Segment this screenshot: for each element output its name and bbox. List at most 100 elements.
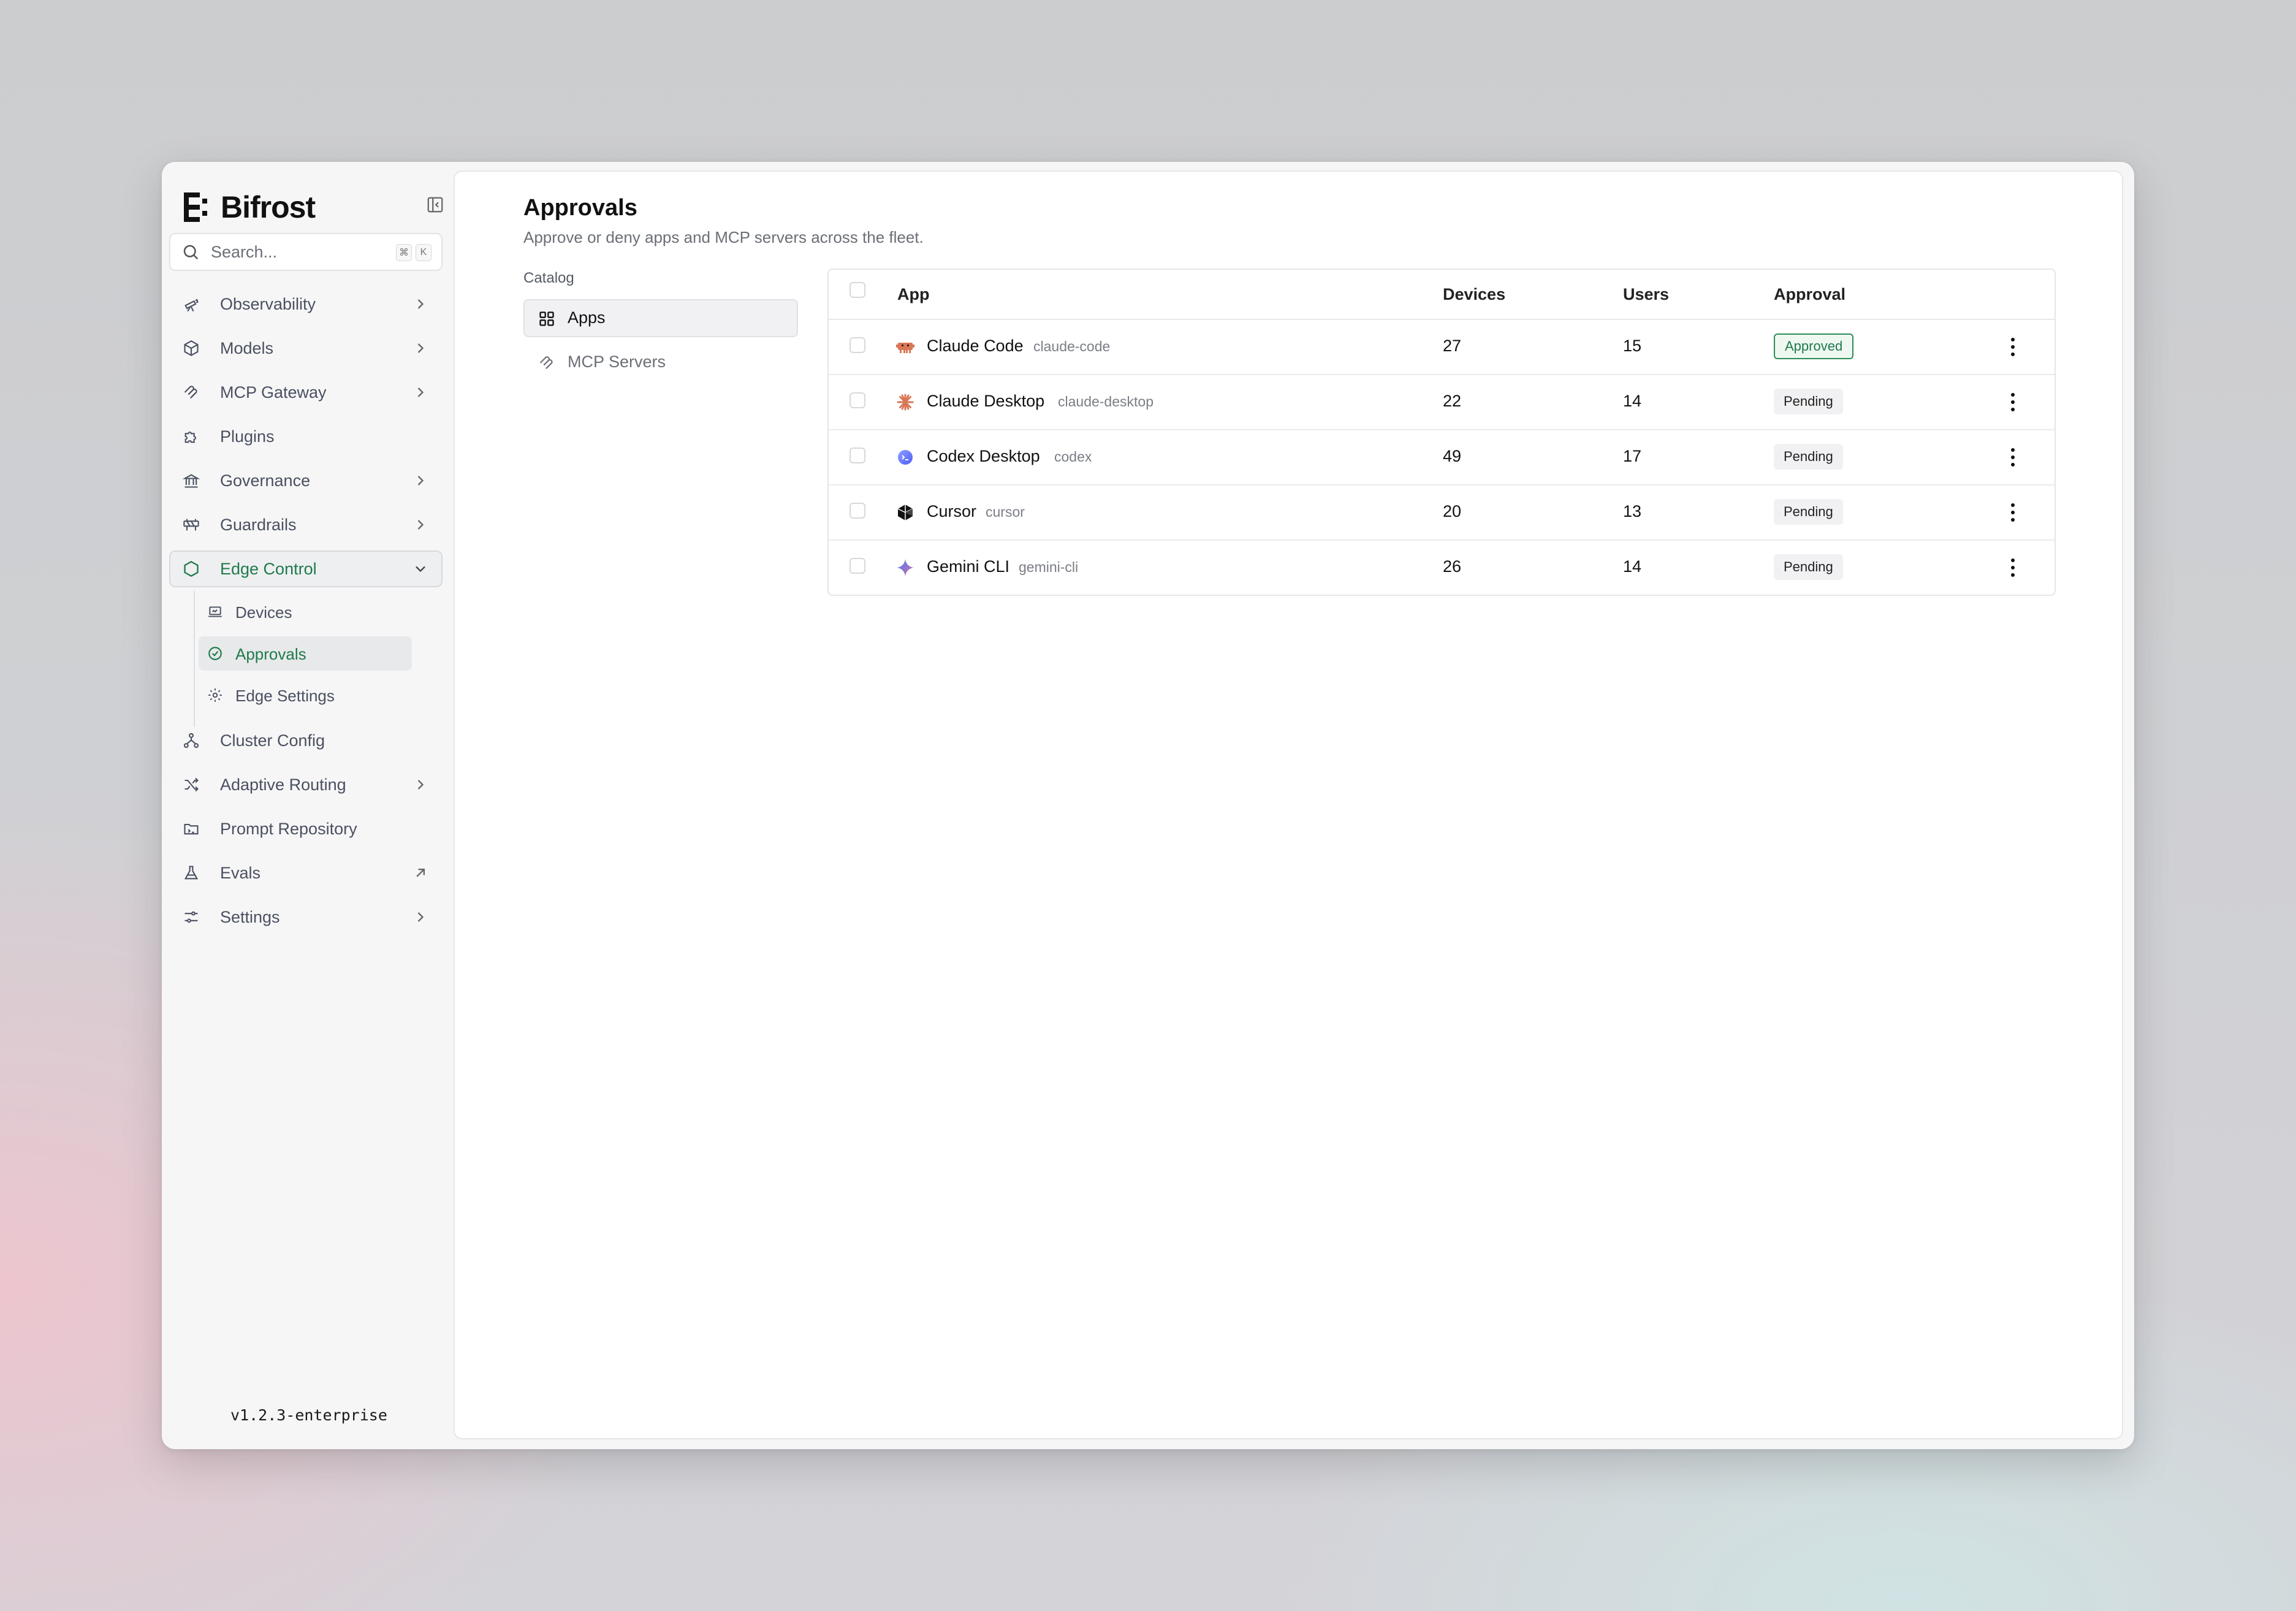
puzzle-icon (184, 431, 197, 443)
select-all-checkbox[interactable] (850, 282, 865, 298)
row-checkbox[interactable] (850, 392, 865, 408)
users-count: 17 (1623, 447, 1642, 465)
bifrost-logo-icon (184, 192, 207, 222)
chevron-right-icon (417, 299, 424, 309)
header-approval: Approval (1774, 285, 1846, 303)
users-count: 14 (1623, 392, 1642, 410)
sidebar-item-adaptive-routing[interactable]: Adaptive Routing (169, 766, 443, 803)
table-row[interactable]: Gemini CLI gemini-cli 26 14 Pending (829, 539, 2055, 595)
row-checkbox[interactable] (850, 503, 865, 519)
table-row[interactable]: Codex Desktop codex 49 17 Pending (829, 429, 2055, 486)
row-checkbox[interactable] (850, 558, 865, 574)
app-name: Claude Desktop (927, 392, 1045, 410)
catalog-item-mcp-servers[interactable]: MCP Servers (523, 343, 798, 381)
header-devices: Devices (1443, 285, 1506, 303)
devices-count: 49 (1443, 447, 1462, 465)
cursor-icon (897, 505, 913, 520)
chevron-right-icon (417, 520, 424, 530)
sidebar-item-settings[interactable]: Settings (169, 899, 443, 935)
users-count: 15 (1623, 337, 1642, 355)
shuffle-icon (184, 777, 199, 792)
claude-code-icon (896, 343, 914, 353)
chevron-down-icon (416, 566, 425, 573)
app-slug: cursor (986, 504, 1025, 520)
status-badge: Pending (1774, 389, 1843, 414)
app-slug: codex (1054, 449, 1092, 465)
sidebar-item-plugins[interactable]: Plugins (169, 418, 443, 455)
kbd-k: K (416, 244, 431, 261)
search-input[interactable]: Search... ⌘ K (169, 233, 443, 271)
status-badge: Pending (1774, 554, 1843, 580)
app-name: Claude Code (927, 337, 1024, 355)
chevron-right-icon (417, 780, 424, 790)
row-checkbox[interactable] (850, 448, 865, 463)
app-name: Codex Desktop (927, 447, 1040, 465)
flask-icon (184, 866, 199, 880)
search-icon (183, 245, 199, 260)
sidebar-item-governance[interactable]: Governance (169, 462, 443, 499)
chevron-right-icon (417, 343, 424, 353)
sidebar: Bifrost Search... ⌘ K Observability Mode… (162, 162, 452, 1449)
devices-count: 27 (1443, 337, 1462, 355)
mcp-icon (539, 356, 553, 370)
more-vertical-icon[interactable] (2007, 557, 2019, 579)
more-vertical-icon[interactable] (2007, 391, 2019, 413)
version-label: v1.2.3-enterprise (230, 1406, 387, 1424)
sidebar-subitem-edge-settings[interactable]: Edge Settings (199, 678, 412, 712)
search-placeholder: Search... (211, 243, 278, 261)
users-count: 13 (1623, 502, 1642, 520)
construction-icon (183, 519, 199, 531)
users-count: 14 (1623, 557, 1642, 576)
sidebar-item-cluster-config[interactable]: Cluster Config (169, 722, 443, 759)
app-name: Cursor (927, 502, 977, 520)
sidebar-item-prompt-repository[interactable]: Prompt Repository (169, 810, 443, 847)
devices-count: 26 (1443, 557, 1462, 576)
sidebar-item-edge-control[interactable]: Edge Control (169, 550, 443, 587)
table-row[interactable]: Cursor cursor 20 13 Pending (829, 484, 2055, 541)
sidebar-item-guardrails[interactable]: Guardrails (169, 506, 443, 543)
sidebar-subitem-devices[interactable]: Devices (199, 595, 412, 629)
box-icon (184, 340, 199, 356)
check-circle-icon (208, 647, 222, 660)
gear-icon (208, 688, 222, 702)
sliders-icon (184, 911, 198, 923)
brand[interactable]: Bifrost (184, 178, 316, 237)
chevron-right-icon (417, 912, 424, 922)
sidebar-item-evals[interactable]: Evals (169, 855, 443, 891)
table-row[interactable]: Claude Code claude-code 27 15 Approved (829, 319, 2055, 375)
submenu-rail (194, 591, 195, 727)
app-slug: gemini-cli (1019, 559, 1079, 575)
status-badge: Pending (1774, 444, 1843, 470)
header-users: Users (1623, 285, 1670, 303)
table-header: App Devices Users Approval (829, 270, 2055, 320)
table-row[interactable]: Claude Desktop claude-desktop 22 14 Pend… (829, 374, 2055, 430)
hexagon-icon (184, 560, 199, 577)
more-vertical-icon[interactable] (2007, 336, 2019, 358)
mcp-icon (184, 386, 197, 399)
apps-table: App Devices Users Approval Claude Code c… (827, 268, 2056, 596)
collapse-sidebar-button[interactable] (417, 186, 454, 223)
sidebar-item-mcp-gateway[interactable]: MCP Gateway (169, 374, 443, 411)
catalog-item-apps[interactable]: Apps (523, 299, 798, 337)
telescope-icon (184, 299, 199, 312)
sidebar-item-models[interactable]: Models (169, 330, 443, 367)
codex-icon (898, 450, 913, 465)
devices-count: 20 (1443, 502, 1462, 520)
catalog-label: Catalog (523, 270, 574, 286)
brand-name: Bifrost (221, 190, 316, 224)
more-vertical-icon[interactable] (2007, 501, 2019, 524)
main-panel: Approvals Approve or deny apps and MCP s… (454, 170, 2123, 1439)
sidebar-subitem-approvals[interactable]: Approvals (199, 636, 412, 671)
status-badge: Pending (1774, 499, 1843, 525)
grid-icon (539, 311, 554, 326)
status-badge: Approved (1774, 333, 1854, 359)
page-title: Approvals (523, 195, 637, 221)
row-checkbox[interactable] (850, 337, 865, 353)
kbd-cmd: ⌘ (396, 244, 412, 261)
claude-desktop-icon (897, 394, 914, 411)
sidebar-item-observability[interactable]: Observability (169, 286, 443, 322)
app-name: Gemini CLI (927, 557, 1010, 576)
more-vertical-icon[interactable] (2007, 446, 2019, 468)
app-slug: claude-code (1033, 338, 1111, 354)
network-icon (183, 733, 199, 748)
